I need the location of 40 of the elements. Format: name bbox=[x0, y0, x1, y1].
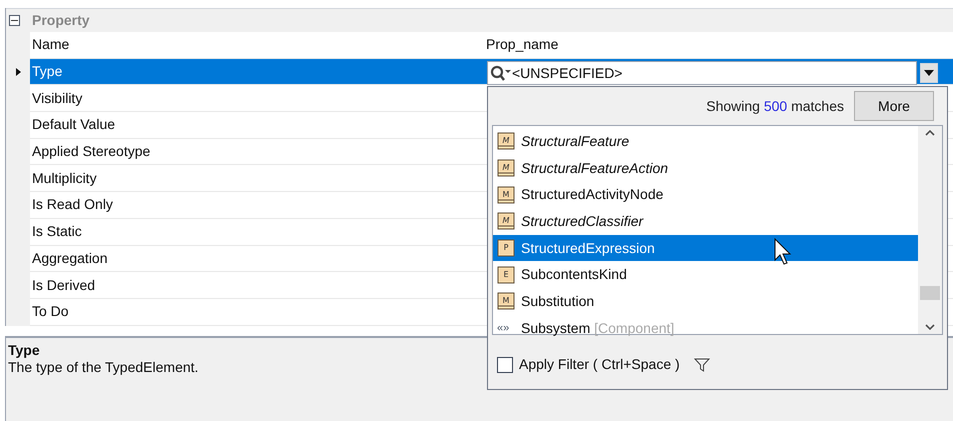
type-list-item[interactable]: M StructuredClassifier bbox=[493, 208, 918, 235]
metaclass-icon: M bbox=[497, 132, 515, 150]
mouse-pointer-icon bbox=[774, 238, 794, 266]
search-icon bbox=[490, 65, 512, 81]
dropdown-button[interactable] bbox=[920, 63, 938, 83]
type-list-item[interactable]: «» Subsystem [Component] bbox=[493, 314, 918, 342]
scroll-up-icon[interactable] bbox=[925, 130, 935, 136]
stereotype-icon: «» bbox=[497, 322, 515, 334]
type-list-item[interactable]: P StructuredExpression bbox=[493, 234, 918, 262]
collapse-toggle[interactable] bbox=[9, 15, 20, 26]
property-row[interactable]: Name bbox=[30, 32, 486, 58]
description-text: The type of the TypedElement. bbox=[8, 359, 198, 377]
value-text: Prop_name bbox=[486, 35, 558, 54]
type-list-item[interactable]: M StructuralFeature bbox=[493, 128, 918, 155]
enumeration-icon: E bbox=[497, 266, 515, 284]
description-title: Type bbox=[8, 342, 40, 360]
scroll-down-icon[interactable] bbox=[925, 324, 935, 330]
type-list-item[interactable]: M StructuredActivityNode bbox=[493, 181, 918, 208]
property-row[interactable]: Type bbox=[30, 58, 486, 84]
checkbox-label: Apply Filter ( Ctrl+Space ) bbox=[519, 355, 680, 374]
type-list-item[interactable]: M StructuralFeatureAction bbox=[493, 154, 918, 182]
minus-icon bbox=[11, 17, 18, 24]
more-button[interactable]: More bbox=[854, 91, 934, 121]
type-list-item[interactable]: E SubcontentsKind bbox=[493, 261, 918, 288]
type-combo-field[interactable]: <UNSPECIFIED> bbox=[487, 61, 917, 85]
metaclass-icon: M bbox=[497, 212, 515, 230]
checkbox[interactable] bbox=[497, 356, 513, 372]
property-row[interactable]: Visibility bbox=[30, 85, 486, 112]
group-title: Property bbox=[32, 11, 90, 30]
type-list-item[interactable]: M Substitution bbox=[493, 288, 918, 315]
caret-icon bbox=[924, 70, 934, 76]
scrollbar[interactable] bbox=[918, 126, 942, 334]
metaclass-icon: M bbox=[497, 159, 515, 178]
filter-icon bbox=[694, 356, 710, 372]
primitive-icon: P bbox=[497, 239, 515, 258]
metaclass-icon: M bbox=[497, 186, 515, 204]
scroll-thumb[interactable] bbox=[920, 286, 940, 300]
matches-count-text: Showing 500 matches bbox=[706, 96, 844, 116]
row-pointer-icon bbox=[16, 68, 20, 76]
metaclass-icon: M bbox=[497, 292, 515, 310]
